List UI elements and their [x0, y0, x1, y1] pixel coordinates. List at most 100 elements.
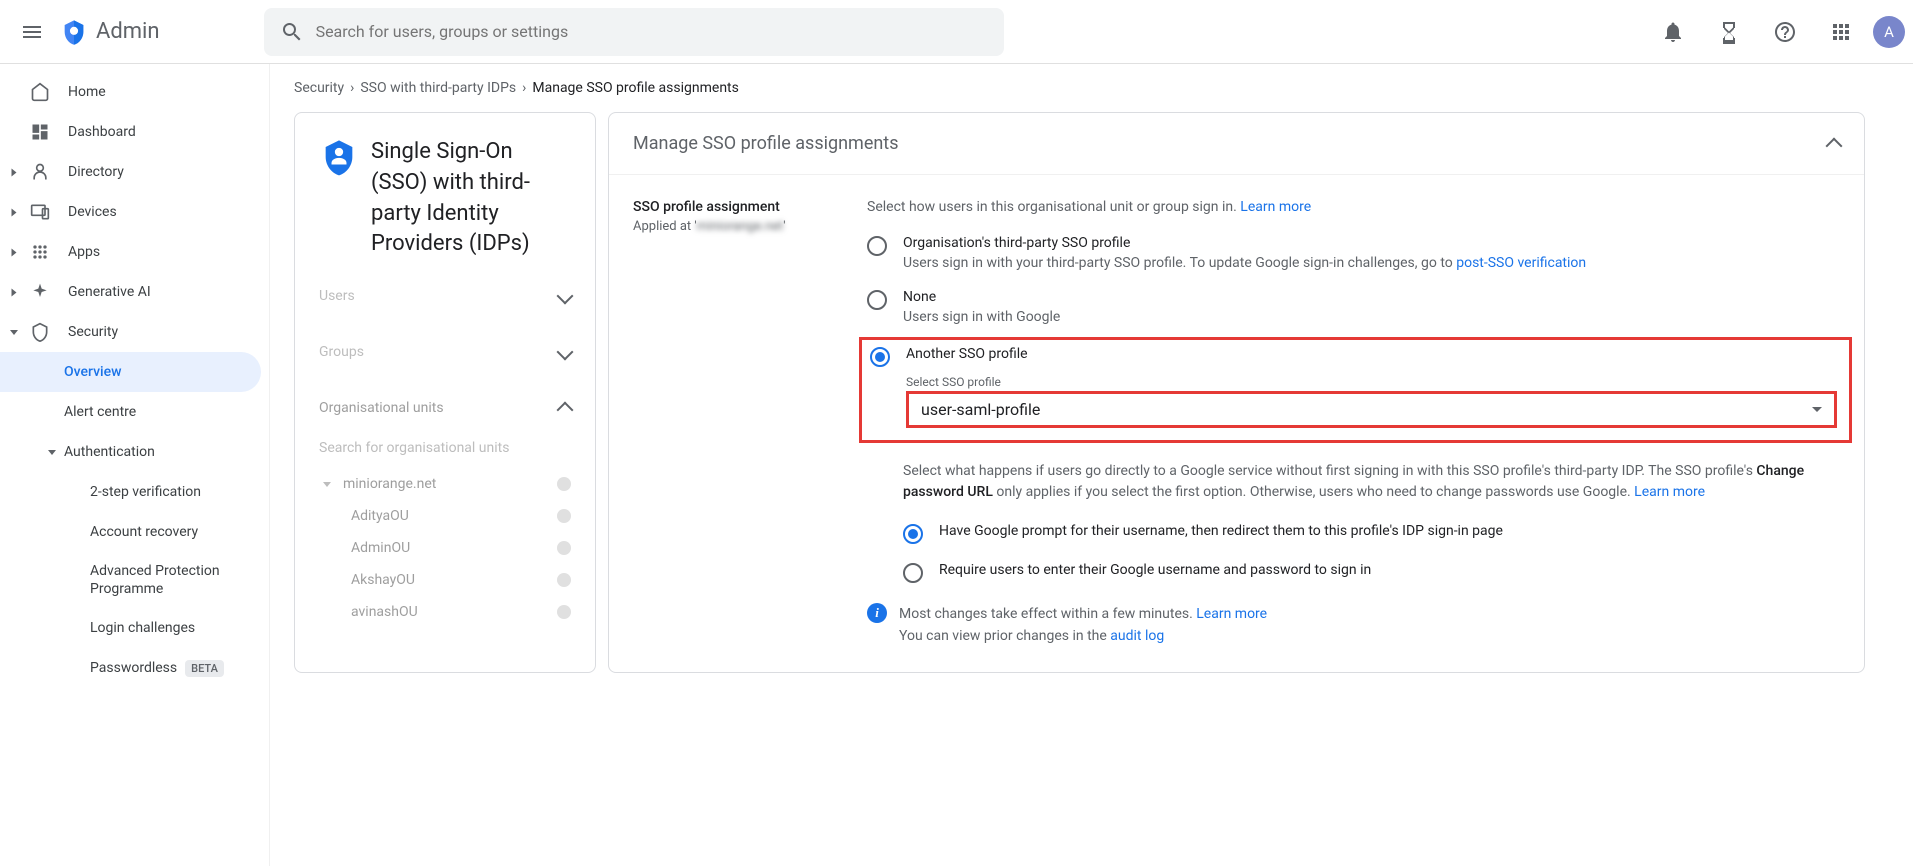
radio-prompt-redirect[interactable]	[903, 524, 923, 544]
chevron-down-icon	[557, 344, 574, 361]
ou-root-item[interactable]: miniorange.net	[295, 468, 595, 500]
ou-status-dot	[557, 477, 571, 491]
home-icon	[28, 80, 52, 104]
account-avatar[interactable]: A	[1873, 16, 1905, 48]
users-label: Users	[319, 288, 355, 304]
search-input[interactable]	[316, 22, 988, 41]
tasks-button[interactable]	[1705, 8, 1753, 56]
radio-none-desc: Users sign in with Google	[903, 309, 1840, 325]
sidebar-item-home[interactable]: Home	[0, 72, 269, 112]
radio-org-profile-label: Organisation's third-party SSO profile	[903, 235, 1840, 251]
admin-logo-icon	[60, 18, 88, 46]
radio-require-label: Require users to enter their Google user…	[939, 562, 1371, 578]
select-sso-label: Select SSO profile	[906, 375, 1837, 389]
ou-root-label: miniorange.net	[343, 476, 436, 492]
menu-icon	[20, 20, 44, 44]
ou-item[interactable]: AdityaOU	[295, 500, 595, 532]
content-area: Security › SSO with third-party IDPs › M…	[270, 64, 1913, 866]
sidebar-item-2step[interactable]: 2-step verification	[0, 472, 269, 512]
users-section-toggle[interactable]: Users	[295, 276, 595, 316]
ou-status-dot	[557, 573, 571, 587]
chevron-down-icon	[557, 288, 574, 305]
sparkle-icon	[28, 280, 52, 304]
left-panel-title: Single Sign-On (SSO) with third-party Id…	[371, 137, 571, 260]
sso-profile-select[interactable]: user-saml-profile	[906, 391, 1837, 428]
groups-label: Groups	[319, 344, 364, 360]
learn-more-link-2[interactable]: Learn more	[1634, 484, 1705, 500]
panel-title: Manage SSO profile assignments	[633, 133, 898, 154]
ou-item[interactable]: AdminOU	[295, 532, 595, 564]
help-button[interactable]	[1761, 8, 1809, 56]
chevron-right-icon: ›	[350, 80, 354, 96]
sidebar-item-generative-ai[interactable]: Generative AI	[0, 272, 269, 312]
panel-header[interactable]: Manage SSO profile assignments	[609, 113, 1864, 175]
radio-none[interactable]	[867, 290, 887, 310]
sidebar-item-passwordless[interactable]: Passwordless BETA	[0, 648, 269, 688]
breadcrumb-sso[interactable]: SSO with third-party IDPs	[360, 80, 516, 96]
sidebar-label-security: Security	[68, 324, 118, 340]
passwordless-label: Passwordless	[90, 660, 177, 676]
apps-icon	[28, 240, 52, 264]
shield-icon	[28, 320, 52, 344]
bell-icon	[1661, 20, 1685, 44]
radio-require-google[interactable]	[903, 563, 923, 583]
info-text-2: You can view prior changes in the	[899, 628, 1110, 644]
sidebar-label-home: Home	[68, 84, 106, 100]
sidebar-item-authentication[interactable]: Authentication	[0, 432, 269, 472]
search-icon	[280, 20, 304, 44]
sidebar-nav: Home Dashboard Directory Devices Apps Ge…	[0, 64, 270, 866]
post-sso-link[interactable]: post-SSO verification	[1456, 255, 1586, 271]
breadcrumb-security[interactable]: Security	[294, 80, 344, 96]
sidebar-item-login-challenges[interactable]: Login challenges	[0, 608, 269, 648]
notifications-button[interactable]	[1649, 8, 1697, 56]
devices-icon	[28, 200, 52, 224]
hamburger-menu-button[interactable]	[8, 8, 56, 56]
help-icon	[1773, 20, 1797, 44]
breadcrumb-current: Manage SSO profile assignments	[532, 80, 739, 96]
radio-another-profile[interactable]	[870, 347, 890, 367]
groups-section-toggle[interactable]: Groups	[295, 332, 595, 372]
ou-label: AdminOU	[351, 540, 410, 556]
sidebar-item-devices[interactable]: Devices	[0, 192, 269, 232]
admin-logo-text: Admin	[96, 19, 160, 44]
info-notice: i Most changes take effect within a few …	[867, 603, 1840, 648]
sidebar-item-account-recovery[interactable]: Account recovery	[0, 512, 269, 552]
sidebar-item-overview[interactable]: Overview	[0, 352, 261, 392]
sidebar-item-advanced-protection[interactable]: Advanced Protection Programme	[0, 552, 269, 608]
sso-profile-value: user-saml-profile	[921, 400, 1040, 419]
learn-more-link[interactable]: Learn more	[1240, 199, 1311, 215]
chevron-up-icon	[1826, 137, 1843, 154]
apps-button[interactable]	[1817, 8, 1865, 56]
sidebar-item-alert-centre[interactable]: Alert centre	[0, 392, 269, 432]
learn-more-link-3[interactable]: Learn more	[1196, 606, 1267, 622]
sidebar-label-dashboard: Dashboard	[68, 124, 136, 140]
search-bar[interactable]	[264, 8, 1004, 56]
ou-search-placeholder[interactable]: Search for organisational units	[295, 428, 595, 468]
sidebar-label-apps: Apps	[68, 244, 100, 260]
dashboard-icon	[28, 120, 52, 144]
ou-status-dot	[557, 509, 571, 523]
highlighted-selection: Another SSO profile Select SSO profile u…	[859, 337, 1852, 443]
assignment-label: SSO profile assignment	[633, 199, 843, 215]
admin-logo[interactable]: Admin	[60, 18, 160, 46]
person-icon	[28, 160, 52, 184]
info-text-1: Most changes take effect within a few mi…	[899, 606, 1196, 622]
info-icon: i	[867, 603, 887, 623]
sidebar-item-dashboard[interactable]: Dashboard	[0, 112, 269, 152]
audit-log-link[interactable]: audit log	[1110, 628, 1164, 644]
ou-item[interactable]: AkshayOU	[295, 564, 595, 596]
ou-status-dot	[557, 541, 571, 555]
ou-item[interactable]: avinashOU	[295, 596, 595, 628]
sidebar-item-security[interactable]: Security	[0, 312, 269, 352]
sidebar-item-apps[interactable]: Apps	[0, 232, 269, 272]
ou-status-dot	[557, 605, 571, 619]
org-units-section-toggle[interactable]: Organisational units	[295, 388, 595, 428]
radio-prompt-label: Have Google prompt for their username, t…	[939, 523, 1503, 539]
dropdown-arrow-icon	[1812, 407, 1822, 412]
hourglass-icon	[1717, 20, 1741, 44]
top-bar: Admin A	[0, 0, 1913, 64]
sidebar-label-genai: Generative AI	[68, 284, 151, 300]
sidebar-item-directory[interactable]: Directory	[0, 152, 269, 192]
ou-label: avinashOU	[351, 604, 418, 620]
radio-org-profile[interactable]	[867, 236, 887, 256]
